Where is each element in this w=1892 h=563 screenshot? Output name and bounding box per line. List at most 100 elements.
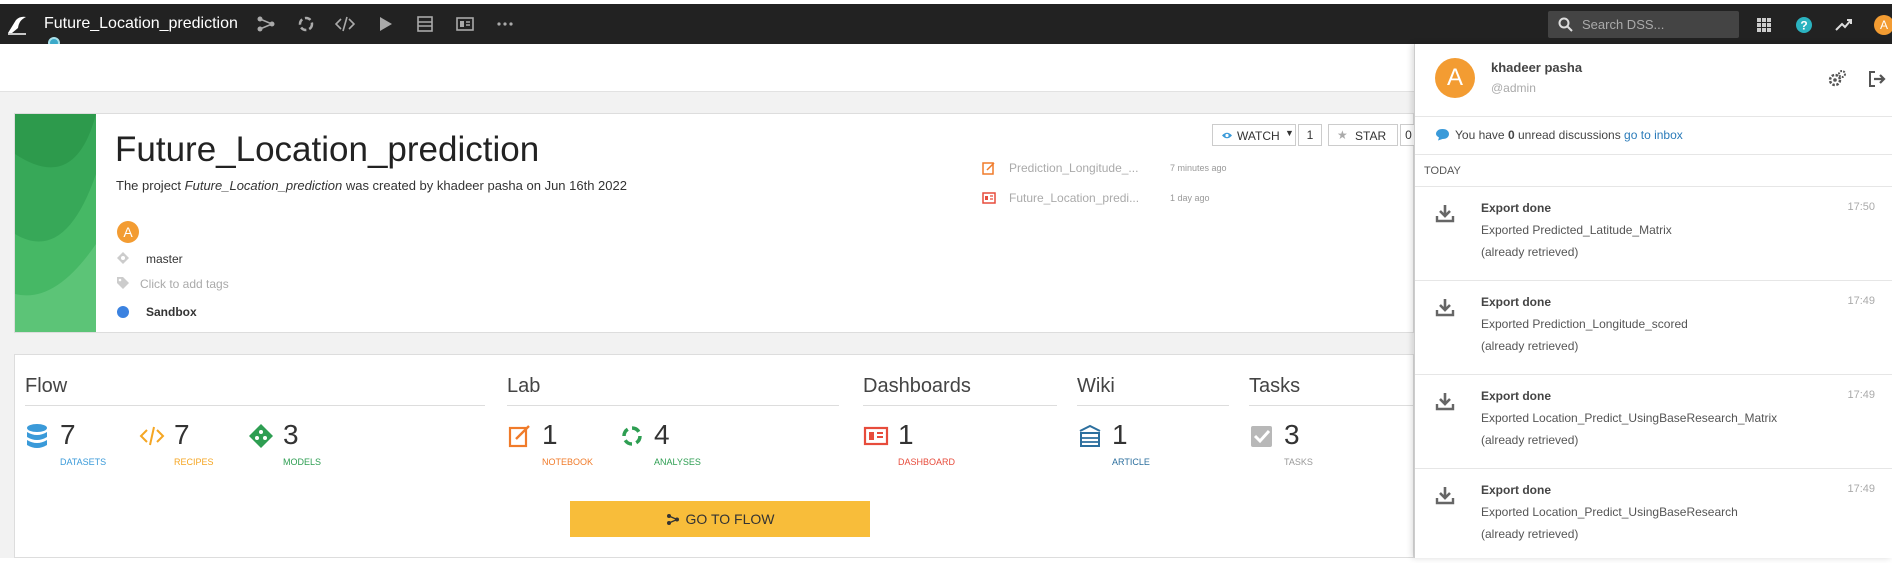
description-project-name: Future_Location_prediction — [184, 178, 343, 193]
notification-title: Export done — [1481, 295, 1552, 309]
go-to-inbox-link[interactable]: go to inbox — [1624, 128, 1683, 142]
logout-icon[interactable] — [1867, 70, 1887, 88]
stat-label: MODELS — [283, 457, 322, 467]
dss-logo-icon[interactable] — [6, 14, 28, 36]
project-description: The project Future_Location_prediction w… — [116, 178, 627, 193]
flow-icon[interactable] — [256, 15, 276, 33]
stat-dashboard[interactable]: 1 DASHBOARD — [863, 419, 955, 467]
stat-label: NOTEBOOK — [542, 457, 594, 467]
svg-text:?: ? — [1800, 19, 1807, 33]
more-icon[interactable] — [495, 15, 515, 33]
model-icon — [249, 424, 273, 448]
project-header-card: Future_Location_prediction The project F… — [14, 113, 1416, 333]
unread-count: 0 — [1507, 128, 1515, 142]
stat-value: 1 — [898, 419, 914, 450]
eye-icon — [1222, 132, 1232, 139]
wiki-article-icon — [1079, 424, 1101, 447]
stat-label: ARTICLE — [1112, 457, 1150, 467]
notification-time: 17:49 — [1847, 295, 1875, 307]
star-button[interactable]: ★ STAR — [1328, 124, 1398, 146]
section-title-wiki[interactable]: Wiki — [1077, 375, 1115, 398]
notification-time: 17:49 — [1847, 483, 1875, 495]
run-play-icon[interactable] — [375, 15, 395, 33]
stat-tasks[interactable]: 3 TASKS — [1249, 419, 1313, 467]
git-branch-icon — [117, 252, 129, 264]
download-icon — [1435, 205, 1455, 223]
activity-trend-icon[interactable] — [1834, 15, 1854, 35]
dashboard-nav-icon[interactable] — [455, 15, 475, 33]
description-text: The project — [116, 178, 185, 193]
wiki-icon[interactable] — [415, 15, 435, 33]
divider — [1077, 405, 1229, 406]
project-name-link[interactable]: Future_Location_prediction — [44, 15, 238, 33]
stat-analyses[interactable]: 4 ANALYSES — [619, 419, 701, 467]
stat-models[interactable]: 3 MODELS — [248, 419, 321, 467]
notification-item[interactable]: Export done 17:49 Exported Prediction_Lo… — [1415, 281, 1892, 375]
star-icon: ★ — [1337, 128, 1348, 142]
divider — [1415, 154, 1892, 155]
recent-item-name: Future_Location_predi... — [1009, 191, 1140, 205]
stat-label: DASHBOARD — [898, 457, 956, 467]
project-thumbnail[interactable] — [15, 114, 96, 332]
flow-icon — [666, 514, 679, 525]
section-title-dashboards[interactable]: Dashboards — [863, 375, 971, 398]
settings-gears-icon[interactable] — [1827, 69, 1847, 89]
section-title-tasks[interactable]: Tasks — [1249, 375, 1300, 398]
notification-status: (already retrieved) — [1481, 245, 1579, 259]
stat-label: DATASETS — [60, 457, 107, 467]
top-navigation-bar: Future_Location_prediction Search DSS...… — [0, 4, 1892, 44]
go-to-flow-label: GO TO FLOW — [685, 511, 775, 527]
watch-button[interactable]: WATCH ▼ — [1212, 124, 1296, 146]
go-to-flow-button[interactable]: GO TO FLOW — [570, 501, 870, 537]
watch-count[interactable]: 1 — [1298, 124, 1322, 146]
lab-cycle-icon[interactable] — [296, 15, 316, 33]
code-icon[interactable] — [335, 15, 355, 33]
divider — [507, 405, 839, 406]
download-icon — [1435, 393, 1455, 411]
stat-article[interactable]: 1 ARTICLE — [1077, 419, 1150, 467]
stat-value: 1 — [542, 419, 558, 450]
search-placeholder: Search DSS... — [1582, 17, 1665, 32]
stat-datasets[interactable]: 7 DATASETS — [25, 419, 106, 467]
branch-name: master — [146, 252, 183, 266]
user-name[interactable]: khadeer pasha — [1491, 60, 1582, 75]
recent-item-time: 7 minutes ago — [1170, 163, 1227, 173]
download-icon — [1435, 299, 1455, 317]
notification-description: Exported Location_Predict_UsingBaseResea… — [1481, 505, 1738, 519]
user-login: @admin — [1491, 81, 1536, 95]
description-text-suffix: was created by khadeer pasha on Jun 16th… — [342, 178, 627, 193]
recipe-code-icon — [139, 426, 165, 446]
add-tags-placeholder: Click to add tags — [140, 277, 229, 291]
divider — [863, 405, 1057, 406]
notification-item[interactable]: Export done 17:50 Exported Predicted_Lat… — [1415, 187, 1892, 281]
stat-value: 4 — [654, 419, 670, 450]
analysis-cycle-icon — [622, 426, 642, 446]
user-avatar[interactable]: A — [1435, 58, 1475, 98]
stat-value: 3 — [283, 419, 299, 450]
stat-label: ANALYSES — [654, 457, 701, 467]
status-dot-icon — [117, 306, 129, 318]
star-label: STAR — [1355, 129, 1387, 143]
database-icon — [27, 424, 47, 448]
stat-label: RECIPES — [174, 457, 214, 467]
avatar: A — [1874, 15, 1892, 35]
notification-item[interactable]: Export done 17:49 Exported Location_Pred… — [1415, 375, 1892, 469]
section-title-lab[interactable]: Lab — [507, 375, 540, 398]
search-input[interactable]: Search DSS... — [1548, 11, 1739, 38]
stat-value: 7 — [60, 419, 76, 450]
notification-title: Export done — [1481, 201, 1552, 215]
owner-avatar[interactable]: A — [117, 221, 139, 243]
notification-item[interactable]: Export done 17:49 Exported Location_Pred… — [1415, 469, 1892, 563]
dashboard-icon — [863, 426, 889, 446]
section-title-flow[interactable]: Flow — [25, 375, 67, 398]
chevron-down-icon: ▼ — [1285, 128, 1294, 138]
apps-grid-icon[interactable] — [1754, 15, 1774, 35]
help-icon[interactable]: ? — [1794, 15, 1814, 35]
stat-label: TASKS — [1284, 457, 1313, 467]
user-avatar-menu[interactable]: A — [1874, 15, 1892, 35]
stat-notebook[interactable]: 1 NOTEBOOK — [507, 419, 593, 467]
project-thumbnail-art — [15, 114, 96, 332]
inbox-text-middle: unread discussions — [1514, 128, 1625, 142]
divider — [1415, 116, 1892, 117]
stat-recipes[interactable]: 7 RECIPES — [139, 419, 214, 467]
